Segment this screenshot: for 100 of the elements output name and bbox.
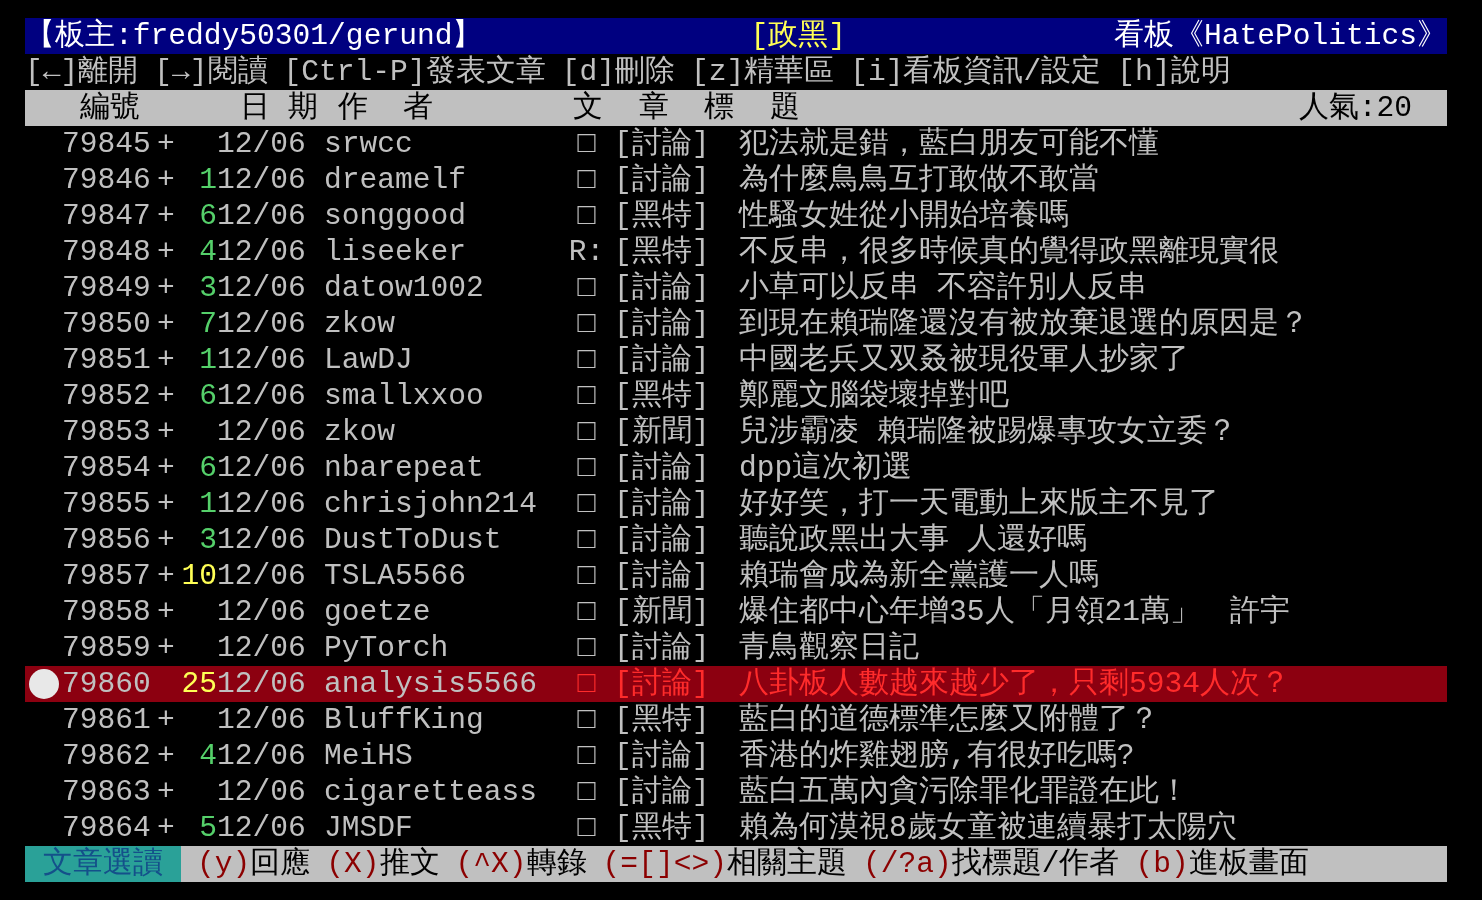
author-id: zkow — [324, 415, 396, 449]
reply-mark: □ — [577, 703, 596, 737]
menu-hint: [→]閱讀 — [154, 54, 268, 90]
board-category: [政黑] — [750, 18, 846, 54]
article-row[interactable]: 79861 + 12/06 BluffKing □ [黑特] 藍白的道德標準怎麼又附體了？ — [25, 702, 1447, 738]
unread-label: + — [157, 487, 175, 521]
article-date: 12/06 — [217, 702, 307, 738]
unread-label: + — [157, 379, 175, 413]
author-id: DustToDust — [324, 523, 502, 557]
author-id: LawDJ — [324, 343, 413, 377]
push-count: 6 — [199, 199, 217, 233]
article-title[interactable]: 小草可以反串 不容許別人反串 — [739, 270, 1147, 306]
article-number: 79855 — [62, 486, 151, 522]
article-category: [新聞] — [614, 595, 710, 629]
article-row[interactable]: 79849 + 312/06 datow1002 □ [討論] 小草可以反串 不容許別人反串 — [25, 270, 1447, 306]
article-category: [討論] — [614, 163, 710, 197]
push-count: 3 — [199, 271, 217, 305]
article-row[interactable]: 79864 + 512/06 JMSDF □ [黑特] 賴為何漠視8歲女童被連續暴打太陽穴 — [25, 810, 1447, 846]
article-title[interactable]: 賴瑞會成為新全黨護一人嗎 — [739, 558, 1099, 594]
article-title[interactable]: 為什麼鳥鳥互打敢做不敢當 — [739, 162, 1099, 198]
article-title[interactable]: 犯法就是錯，藍白朋友可能不懂 — [739, 126, 1159, 162]
author-id: songgood — [324, 199, 467, 233]
article-date: 12/06 — [217, 774, 307, 810]
article-category: [討論] — [614, 451, 710, 485]
author-id: nbarepeat — [324, 451, 484, 485]
article-number: 79852 — [62, 378, 151, 414]
article-row[interactable]: 79858 + 12/06 goetze □ [新聞] 爆住都中心年增35人「月領21萬」 許宇 — [25, 594, 1447, 630]
article-title[interactable]: 不反串，很多時候真的覺得政黑離現實很 — [739, 234, 1279, 270]
reply-mark: □ — [577, 559, 596, 593]
menu-hint: [i]看板資訊/設定 — [850, 54, 1102, 90]
article-number: 79851 — [62, 342, 151, 378]
key-hint: (y) — [197, 846, 251, 882]
key-action: 轉錄 — [526, 846, 587, 882]
article-title[interactable]: 兒涉霸凌 賴瑞隆被踢爆專攻女立委？ — [739, 414, 1237, 450]
article-row[interactable]: 79846 + 112/06 dreamelf □ [討論] 為什麼鳥鳥互打敢做不敢當 — [25, 162, 1447, 198]
article-title[interactable]: 香港的炸雞翅膀,有很好吃嗎? — [739, 738, 1135, 774]
article-title[interactable]: 藍白五萬內貪污除罪化罪證在此！ — [739, 774, 1189, 810]
selected-row[interactable]: 79860 2512/06 analysis5566 □ [討論] 八卦板人數越來越少了，只剩5934人次？ — [25, 666, 1447, 702]
article-row[interactable]: 79845 + 12/06 srwcc □ [討論] 犯法就是錯，藍白朋友可能不懂 — [25, 126, 1447, 162]
menu-hint: [h]說明 — [1117, 54, 1231, 90]
key-action: 進板畫面 — [1188, 846, 1309, 882]
article-number: 79853 — [62, 414, 151, 450]
article-date: 12/06 — [217, 522, 307, 558]
push-count: 4 — [199, 739, 217, 773]
author-id: MeiHS — [324, 739, 413, 773]
reply-mark: □ — [577, 379, 596, 413]
article-title[interactable]: 藍白的道德標準怎麼又附體了？ — [739, 702, 1159, 738]
push-count: 10 — [181, 559, 217, 593]
article-row[interactable]: 79862 + 412/06 MeiHS □ [討論] 香港的炸雞翅膀,有很好吃嗎? — [25, 738, 1447, 774]
article-category: [黑特] — [614, 703, 710, 737]
menu-hint: [d]刪除 — [561, 54, 675, 90]
article-title[interactable]: 到現在賴瑞隆還沒有被放棄退選的原因是？ — [739, 306, 1309, 342]
article-row[interactable]: 79854 + 612/06 nbarepeat □ [討論] dpp這次初選 — [25, 450, 1447, 486]
article-row[interactable]: 79853 + 12/06 zkow □ [新聞] 兒涉霸凌 賴瑞隆被踢爆專攻女立委？ — [25, 414, 1447, 450]
reply-mark: □ — [577, 811, 596, 845]
author-id: chrisjohn214 — [324, 487, 538, 521]
column-header: 日 期 — [240, 90, 318, 126]
article-title[interactable]: 青鳥觀察日記 — [739, 630, 919, 666]
push-count: 5 — [199, 811, 217, 845]
article-row[interactable]: 79848 + 412/06 liseeker R: [黑特] 不反串，很多時候真的覺得政黑離現實很 — [25, 234, 1447, 270]
article-title[interactable]: 聽說政黑出大事 人還好嗎 — [739, 522, 1087, 558]
article-title[interactable]: 性騷女姓從小開始培養嗎 — [739, 198, 1069, 234]
article-category: [黑特] — [614, 235, 710, 269]
author-id: analysis5566 — [324, 667, 538, 701]
article-row[interactable]: 79850 + 712/06 zkow □ [討論] 到現在賴瑞隆還沒有被放棄退選的原因是？ — [25, 306, 1447, 342]
article-category: [討論] — [614, 667, 710, 701]
article-title[interactable]: 鄭麗文腦袋壞掉對吧 — [739, 378, 1009, 414]
key-action: 回應 — [250, 846, 311, 882]
reply-mark: □ — [577, 739, 596, 773]
article-row[interactable]: 79851 + 112/06 LawDJ □ [討論] 中國老兵又双叒被現役軍人抄家了 — [25, 342, 1447, 378]
article-row[interactable]: 79859 + 12/06 PyTorch □ [討論] 青鳥觀察日記 — [25, 630, 1447, 666]
article-number: 79860 — [62, 666, 151, 702]
article-title[interactable]: 中國老兵又双叒被現役軍人抄家了 — [739, 342, 1189, 378]
article-date: 12/06 — [217, 234, 307, 270]
article-row[interactable]: 79863 + 12/06 cigaretteass □ [討論] 藍白五萬內貪污除罪化罪證在此！ — [25, 774, 1447, 810]
article-row[interactable]: 79852 + 612/06 smallxxoo □ [黑特] 鄭麗文腦袋壞掉對吧 — [25, 378, 1447, 414]
reply-mark: □ — [577, 271, 596, 305]
reply-mark: □ — [577, 343, 596, 377]
article-date: 12/06 — [217, 630, 307, 666]
column-header: 文 章 標 題 — [573, 90, 800, 126]
article-number: 79856 — [62, 522, 151, 558]
article-number: 79861 — [62, 702, 151, 738]
author-id: smallxxoo — [324, 379, 484, 413]
article-title[interactable]: dpp這次初選 — [739, 450, 913, 486]
unread-label: + — [157, 775, 175, 809]
article-date: 12/06 — [217, 126, 307, 162]
article-date: 12/06 — [217, 594, 307, 630]
article-row[interactable]: 79847 + 612/06 songgood □ [黑特] 性騷女姓從小開始培養嗎 — [25, 198, 1447, 234]
article-row[interactable]: 79857 + 1012/06 TSLA5566 □ [討論] 賴瑞會成為新全黨護一人嗎 — [25, 558, 1447, 594]
article-title[interactable]: 好好笑，打一天電動上來版主不見了 — [739, 486, 1219, 522]
unread-label: + — [157, 127, 175, 161]
article-number: 79864 — [62, 810, 151, 846]
article-date: 12/06 — [217, 306, 307, 342]
reply-mark: □ — [577, 775, 596, 809]
push-count: 7 — [199, 307, 217, 341]
article-row[interactable]: 79855 + 112/06 chrisjohn214 □ [討論] 好好笑，打一天電動上來版主不見了 — [25, 486, 1447, 522]
article-title[interactable]: 爆住都中心年增35人「月領21萬」 許宇 — [739, 594, 1291, 630]
cursor-icon — [28, 669, 59, 699]
article-row[interactable]: 79856 + 312/06 DustToDust □ [討論] 聽說政黑出大事 人還好嗎 — [25, 522, 1447, 558]
article-title[interactable]: 賴為何漠視8歲女童被連續暴打太陽穴 — [739, 810, 1237, 846]
